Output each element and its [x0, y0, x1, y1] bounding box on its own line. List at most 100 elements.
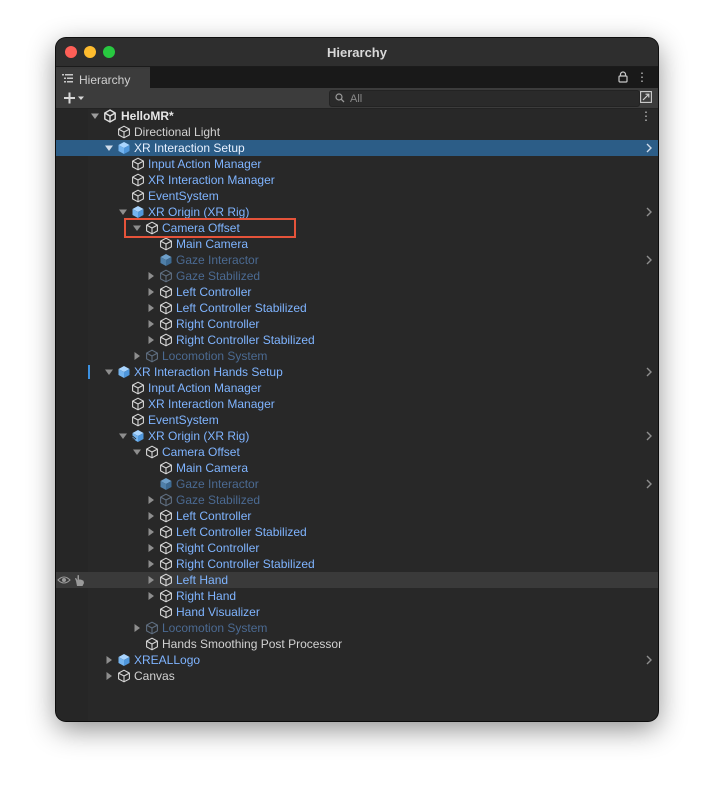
- hierarchy-row[interactable]: Right Controller: [56, 540, 658, 556]
- hierarchy-item-label: XR Interaction Manager: [148, 397, 275, 411]
- expand-arrow-right-icon[interactable]: [105, 656, 113, 664]
- hierarchy-row[interactable]: Left Controller Stabilized: [56, 524, 658, 540]
- hierarchy-row[interactable]: Hand Visualizer: [56, 604, 658, 620]
- hierarchy-item-label: Gaze Stabilized: [176, 269, 261, 283]
- camera-offset-highlight: [124, 218, 296, 238]
- hierarchy-row[interactable]: Main Camera: [56, 236, 658, 252]
- hierarchy-item-label: XR Origin (XR Rig): [148, 429, 250, 443]
- prefab-cube-icon: [132, 206, 144, 218]
- hierarchy-toolbar: [56, 88, 658, 109]
- open-prefab-chevron-icon[interactable]: [645, 655, 653, 665]
- hierarchy-item-label: Right Hand: [176, 589, 237, 603]
- hierarchy-row[interactable]: Locomotion System: [56, 620, 658, 636]
- hierarchy-row[interactable]: Gaze Interactor: [56, 252, 658, 268]
- search-input[interactable]: [350, 91, 620, 106]
- hierarchy-row[interactable]: Locomotion System: [56, 348, 658, 364]
- expand-arrow-right-icon[interactable]: [147, 336, 155, 344]
- expand-arrow-right-icon[interactable]: [147, 544, 155, 552]
- hierarchy-row[interactable]: EventSystem: [56, 188, 658, 204]
- hierarchy-item-label: Left Controller: [176, 285, 252, 299]
- gameobject-cube-icon: [160, 285, 172, 299]
- hierarchy-row[interactable]: Hands Smoothing Post Processor: [56, 636, 658, 652]
- expand-arrow-right-icon[interactable]: [147, 560, 155, 568]
- open-prefab-chevron-icon[interactable]: [645, 143, 653, 153]
- hierarchy-row[interactable]: XR Origin (XR Rig): [56, 428, 658, 444]
- expand-arrow-right-icon[interactable]: [147, 528, 155, 536]
- hierarchy-item-label: XR Interaction Hands Setup: [134, 365, 283, 379]
- hierarchy-row[interactable]: XREALLogo: [56, 652, 658, 668]
- gameobject-cube-icon: [132, 397, 144, 411]
- expand-arrow-right-icon[interactable]: [147, 512, 155, 520]
- hierarchy-row[interactable]: Left Controller: [56, 508, 658, 524]
- gameobject-cube-icon: [132, 381, 144, 395]
- hierarchy-item-label: Gaze Stabilized: [176, 493, 261, 507]
- hierarchy-row[interactable]: Right Controller Stabilized: [56, 556, 658, 572]
- hierarchy-item-label: Locomotion System: [162, 621, 268, 635]
- expand-arrow-right-icon[interactable]: [105, 672, 113, 680]
- hierarchy-row[interactable]: Canvas: [56, 668, 658, 684]
- hierarchy-row[interactable]: Camera Offset: [56, 444, 658, 460]
- expand-arrow-right-icon[interactable]: [147, 272, 155, 280]
- hierarchy-row[interactable]: Left Controller Stabilized: [56, 300, 658, 316]
- hierarchy-row[interactable]: Input Action Manager: [56, 380, 658, 396]
- scene-menu-kebab-icon[interactable]: ⋮: [640, 109, 652, 123]
- visibility-eye-icon[interactable]: [57, 575, 71, 585]
- expand-arrow-right-icon[interactable]: [147, 320, 155, 328]
- gameobject-cube-icon: [132, 173, 144, 187]
- expand-arrow-down-icon[interactable]: [119, 432, 127, 440]
- gameobject-cube-icon: [160, 301, 172, 315]
- hierarchy-row[interactable]: XR Interaction Hands Setup: [56, 364, 658, 380]
- hierarchy-row[interactable]: Gaze Stabilized: [56, 268, 658, 284]
- hierarchy-row[interactable]: Gaze Interactor: [56, 476, 658, 492]
- hierarchy-item-label: Left Controller Stabilized: [176, 301, 307, 315]
- pickability-hand-icon[interactable]: [73, 574, 86, 587]
- open-prefab-chevron-icon[interactable]: [645, 431, 653, 441]
- hierarchy-row[interactable]: Directional Light: [56, 124, 658, 140]
- hierarchy-row[interactable]: XR Interaction Manager: [56, 396, 658, 412]
- window-title: Hierarchy: [327, 45, 387, 60]
- scene-row[interactable]: HelloMR* ⋮: [56, 108, 658, 124]
- expand-arrow-right-icon[interactable]: [147, 592, 155, 600]
- hierarchy-row[interactable]: EventSystem: [56, 412, 658, 428]
- expand-arrow-right-icon[interactable]: [147, 496, 155, 504]
- hierarchy-row[interactable]: Main Camera: [56, 460, 658, 476]
- hierarchy-row[interactable]: XR Interaction Setup: [56, 140, 658, 156]
- tab-menu-kebab-icon[interactable]: ⋮: [636, 70, 648, 84]
- expand-arrow-right-icon[interactable]: [133, 624, 141, 632]
- open-prefab-chevron-icon[interactable]: [645, 255, 653, 265]
- hierarchy-row[interactable]: Right Controller Stabilized: [56, 332, 658, 348]
- hierarchy-row[interactable]: Right Hand: [56, 588, 658, 604]
- plus-dropdown-icon[interactable]: [62, 90, 86, 106]
- hierarchy-row[interactable]: Gaze Stabilized: [56, 492, 658, 508]
- tab-hierarchy[interactable]: Hierarchy: [56, 67, 150, 88]
- expand-arrow-right-icon[interactable]: [147, 288, 155, 296]
- scene-picker-icon[interactable]: [640, 91, 652, 103]
- hierarchy-item-label: Main Camera: [176, 461, 249, 475]
- hierarchy-item-label: Canvas: [134, 669, 175, 683]
- expand-arrow-down-icon[interactable]: [105, 144, 113, 152]
- expand-arrow-down-icon[interactable]: [105, 368, 113, 376]
- expand-arrow-down-icon[interactable]: [119, 208, 127, 216]
- expand-arrow-down-icon[interactable]: [133, 448, 141, 456]
- open-prefab-chevron-icon[interactable]: [645, 479, 653, 489]
- gameobject-cube-icon: [160, 605, 172, 619]
- expand-arrow-right-icon[interactable]: [133, 352, 141, 360]
- hierarchy-row[interactable]: Input Action Manager: [56, 156, 658, 172]
- expand-arrow-right-icon[interactable]: [147, 304, 155, 312]
- open-prefab-chevron-icon[interactable]: [645, 367, 653, 377]
- lock-icon[interactable]: [618, 71, 628, 83]
- hierarchy-row[interactable]: Left Controller: [56, 284, 658, 300]
- gameobject-cube-icon: [160, 237, 172, 251]
- gameobject-cube-icon: [160, 269, 172, 283]
- hierarchy-row[interactable]: Left Hand: [56, 572, 658, 588]
- gameobject-cube-icon: [160, 573, 172, 587]
- hierarchy-item-label: Locomotion System: [162, 349, 268, 363]
- hierarchy-row[interactable]: XR Interaction Manager: [56, 172, 658, 188]
- open-prefab-chevron-icon[interactable]: [645, 207, 653, 217]
- gameobject-cube-icon: [160, 333, 172, 347]
- search-field[interactable]: [329, 90, 640, 107]
- expand-arrow-right-icon[interactable]: [147, 576, 155, 584]
- expand-arrow-down-icon[interactable]: [91, 112, 99, 120]
- hierarchy-row[interactable]: Right Controller: [56, 316, 658, 332]
- hierarchy-item-label: Main Camera: [176, 237, 249, 251]
